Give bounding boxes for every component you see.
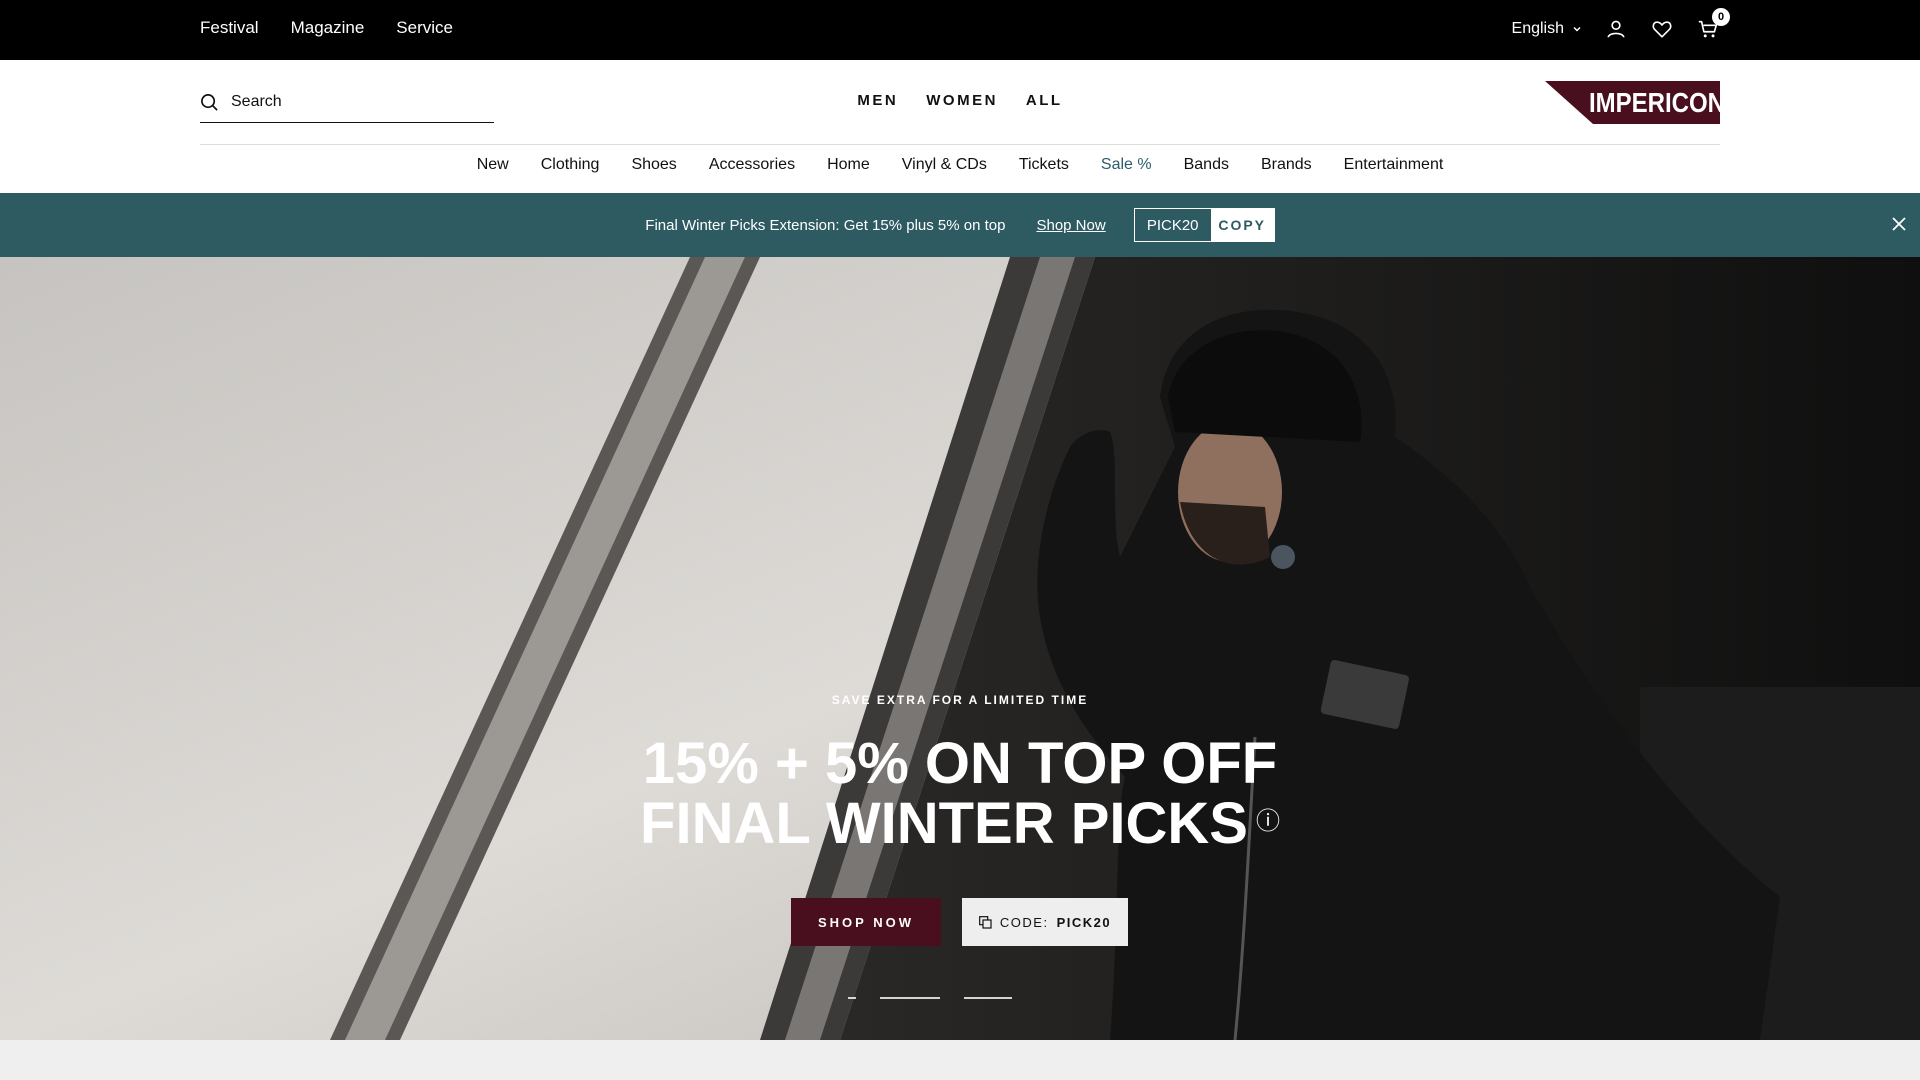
- hero-headline-line1: 15% + 5% ON TOP OFF: [642, 731, 1278, 796]
- tab-women[interactable]: WOMEN: [926, 92, 998, 109]
- promo-message: Final Winter Picks Extension: Get 15% pl…: [645, 216, 1006, 234]
- promo-shop-now-link[interactable]: Shop Now: [1036, 217, 1105, 234]
- nav-clothing[interactable]: Clothing: [541, 156, 600, 174]
- code-value: PICK20: [1056, 914, 1112, 930]
- hero-headline-line2-text: FINAL WINTER PICKS: [640, 791, 1248, 856]
- slide-indicator-1[interactable]: [848, 997, 856, 999]
- tab-men[interactable]: MEN: [857, 92, 898, 109]
- info-icon[interactable]: ⓘ: [1256, 808, 1280, 835]
- slide-indicator-2[interactable]: [880, 997, 940, 999]
- magazine-link[interactable]: Magazine: [291, 18, 365, 38]
- page-content-background: [0, 1040, 1920, 1080]
- top-utility-bar: Festival Magazine Service English 0: [0, 0, 1920, 60]
- hero-banner: SAVE EXTRA FOR A LIMITED TIME 15% + 5% O…: [0, 257, 1920, 1040]
- logo-text: IMPERICON: [1589, 89, 1720, 119]
- impericon-logo[interactable]: IMPERICON: [1545, 81, 1725, 124]
- tab-all[interactable]: ALL: [1026, 92, 1063, 109]
- nav-brands[interactable]: Brands: [1261, 156, 1312, 174]
- nav-bands[interactable]: Bands: [1184, 156, 1229, 174]
- nav-home[interactable]: Home: [827, 156, 870, 174]
- copy-code-hero-button[interactable]: CODE: PICK20: [962, 898, 1128, 946]
- nav-sale[interactable]: Sale %: [1101, 156, 1152, 174]
- code-label: CODE:: [999, 914, 1049, 930]
- promo-code: PICK20: [1146, 216, 1199, 234]
- site-header: MEN WOMEN ALL IMPERICON New Clothing Sho…: [0, 60, 1920, 193]
- slide-indicators: [848, 997, 1012, 999]
- promo-banner: Final Winter Picks Extension: Get 15% pl…: [0, 193, 1920, 257]
- copy-code-button[interactable]: COPY: [1210, 209, 1274, 241]
- cart-count-badge: 0: [1712, 8, 1730, 26]
- language-selector[interactable]: English: [1512, 20, 1582, 38]
- utility-links: Festival Magazine Service: [200, 0, 453, 56]
- heart-icon: [1652, 21, 1672, 38]
- copy-icon: [978, 915, 992, 929]
- header-divider: [200, 144, 1720, 145]
- nav-accessories[interactable]: Accessories: [709, 156, 795, 174]
- festival-link[interactable]: Festival: [200, 18, 259, 38]
- hero-headline-line2: FINAL WINTER PICKS ⓘ: [0, 793, 1920, 853]
- nav-new[interactable]: New: [477, 156, 509, 174]
- slide-indicator-3[interactable]: [964, 997, 1012, 999]
- cart-button[interactable]: 0: [1696, 8, 1730, 41]
- nav-shoes[interactable]: Shoes: [631, 156, 676, 174]
- promo-code-box: PICK20 COPY: [1133, 208, 1275, 242]
- account-button[interactable]: [1604, 17, 1628, 41]
- nav-vinyl-cds[interactable]: Vinyl & CDs: [902, 156, 987, 174]
- nav-tickets[interactable]: Tickets: [1019, 156, 1069, 174]
- hero-content: SAVE EXTRA FOR A LIMITED TIME 15% + 5% O…: [0, 257, 1920, 1040]
- chevron-down-icon: [1573, 26, 1581, 32]
- nav-entertainment[interactable]: Entertainment: [1344, 156, 1444, 174]
- user-icon: [1607, 20, 1625, 38]
- utility-actions: English 0: [1512, 0, 1730, 58]
- hero-eyebrow: SAVE EXTRA FOR A LIMITED TIME: [831, 693, 1089, 707]
- shop-now-button[interactable]: SHOP NOW: [791, 898, 941, 946]
- wishlist-button[interactable]: [1650, 17, 1674, 41]
- service-link[interactable]: Service: [396, 18, 453, 38]
- hero-headline: 15% + 5% ON TOP OFF FINAL WINTER PICKS ⓘ: [0, 735, 1920, 853]
- main-navigation: New Clothing Shoes Accessories Home Viny…: [0, 156, 1920, 174]
- language-label: English: [1511, 20, 1564, 37]
- close-icon[interactable]: [1890, 215, 1908, 233]
